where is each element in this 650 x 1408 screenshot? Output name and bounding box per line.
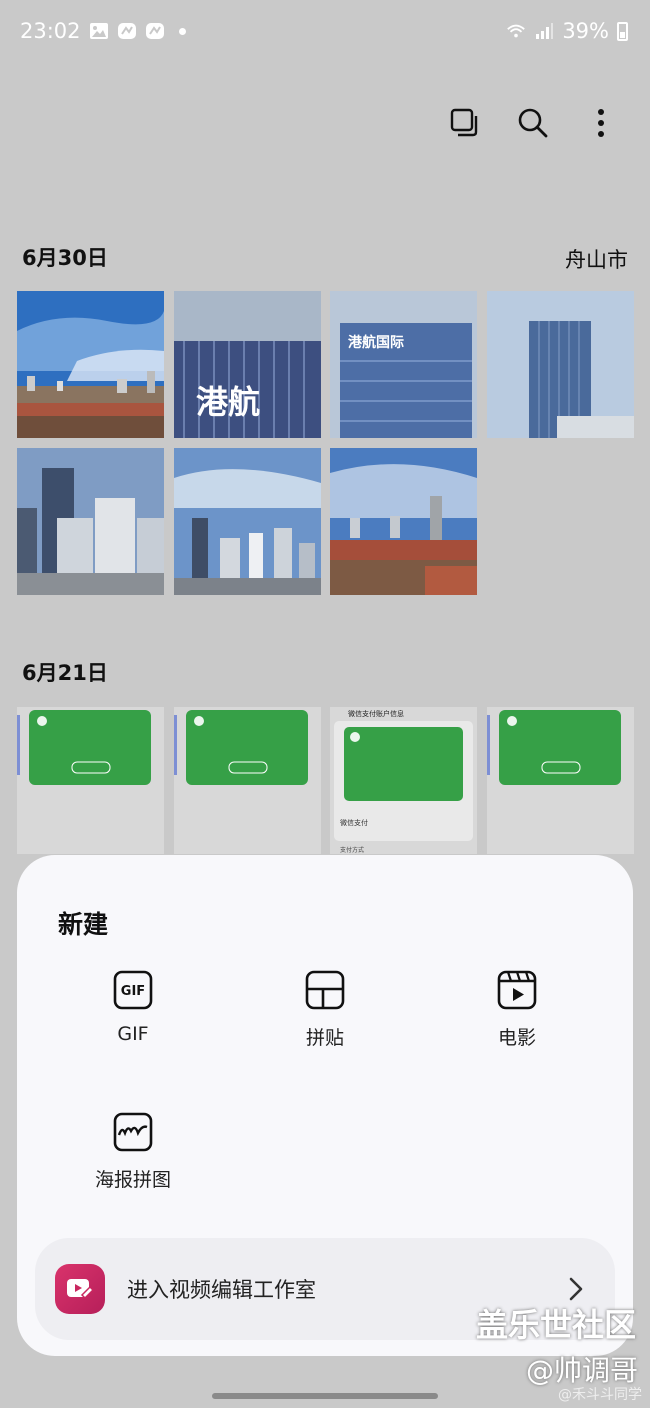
watermark-weibo: @禾斗斗同学: [558, 1387, 642, 1403]
gif-label: GIF: [117, 1023, 149, 1045]
gesture-home-bar[interactable]: [212, 1393, 438, 1399]
search-icon[interactable]: [514, 100, 552, 146]
collage-label: 拼贴: [305, 1027, 344, 1049]
sheet-title: 新建: [58, 910, 109, 939]
gif-icon: GIF: [113, 970, 153, 1010]
app-notification-icon-2: [145, 23, 164, 39]
screenshot-thumb[interactable]: [174, 707, 321, 854]
location-label[interactable]: 舟山市: [565, 244, 628, 274]
photo-thumb[interactable]: [330, 448, 477, 595]
photo-thumb[interactable]: [17, 291, 164, 438]
thumb-wechat-method: 支付方式: [340, 846, 364, 854]
battery-percent: 39%: [562, 19, 609, 43]
photo-thumb[interactable]: [17, 448, 164, 595]
screenshot-thumb[interactable]: [487, 707, 634, 854]
gallery-notification-icon: [89, 23, 108, 39]
app-notification-icon: [117, 23, 136, 39]
date-header-0: 6月30日: [22, 246, 108, 270]
screenshot-thumb[interactable]: 微信支付账户信息 微信支付 支付方式: [330, 707, 477, 854]
thumb-wechat-pay: 微信支付: [340, 818, 368, 827]
status-right: 39%: [506, 19, 628, 43]
thumb-wechat-title: 微信支付账户信息: [348, 709, 404, 718]
gif-icon-text: GIF: [121, 984, 145, 999]
more-notifications-dot: [178, 27, 186, 35]
photo-thumb[interactable]: 港航: [174, 291, 321, 438]
clock: 23:02: [20, 19, 81, 43]
more-vert-icon[interactable]: [582, 100, 620, 146]
thumb-sign-text: 港航国际: [348, 334, 404, 351]
poster-collage-icon: [113, 1112, 153, 1152]
movie-label: 电影: [497, 1027, 536, 1049]
create-new-sheet: 新建 GIF GIF 拼贴 电影 海报拼图 进入视频编辑工作室: [17, 855, 633, 1356]
create-gif-option[interactable]: GIF GIF: [53, 969, 213, 1045]
screenshot-thumb[interactable]: [17, 707, 164, 854]
photo-thumb[interactable]: 港航国际: [330, 291, 477, 438]
watermark-author: @帅调哥: [525, 1354, 638, 1387]
create-collage-option[interactable]: 拼贴: [245, 969, 405, 1050]
status-left: 23:02: [20, 19, 186, 43]
thumb-sign-text: 港航: [196, 383, 260, 421]
poster-collage-label: 海报拼图: [94, 1169, 171, 1191]
toolbar: [446, 100, 620, 146]
signal-icon: [536, 23, 554, 39]
wifi-icon: [507, 24, 526, 38]
create-poster-collage-option[interactable]: 海报拼图: [53, 1111, 213, 1192]
create-movie-option[interactable]: 电影: [437, 969, 597, 1050]
battery-icon: [617, 21, 628, 41]
photo-thumb[interactable]: [487, 291, 634, 438]
photo-thumb[interactable]: [174, 448, 321, 595]
collage-icon: [305, 970, 345, 1010]
select-multiple-icon[interactable]: [446, 100, 484, 146]
movie-icon: [497, 970, 537, 1010]
status-bar: 23:02 39%: [0, 0, 650, 62]
date-header-1: 6月21日: [22, 661, 108, 685]
video-studio-icon: [55, 1264, 105, 1314]
watermark-community: 盖乐世社区: [475, 1306, 636, 1344]
